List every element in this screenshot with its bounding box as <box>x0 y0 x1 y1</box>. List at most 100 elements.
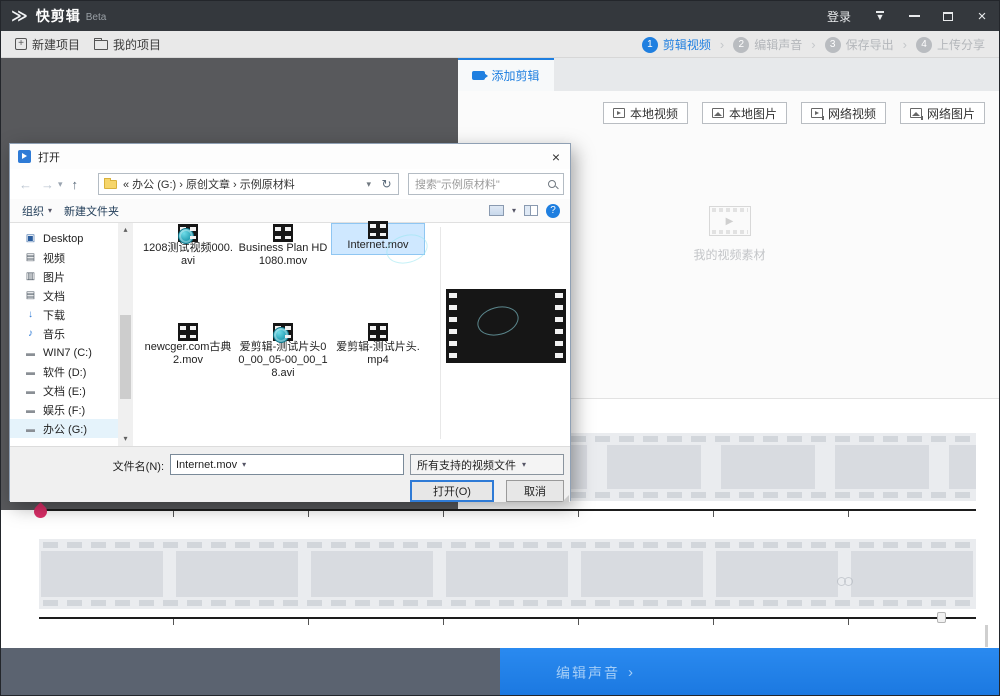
local-image-button[interactable]: 本地图片 <box>702 102 787 124</box>
file-item[interactable]: 爱剪辑-测试片头.mp4 <box>332 326 424 367</box>
preview-pane-button[interactable] <box>524 205 538 216</box>
file-thumbnail <box>178 224 198 242</box>
dialog-close-button[interactable]: × <box>552 149 560 165</box>
file-name: Business Plan HD1080.mov <box>237 242 329 268</box>
new-project-button[interactable]: + 新建项目 <box>15 36 80 53</box>
file-item[interactable]: 1208测试视频000.avi <box>142 227 234 268</box>
step-edit-video[interactable]: 1 剪辑视频 <box>642 36 711 53</box>
resize-grip[interactable] <box>562 495 569 502</box>
timeline-ruler-1[interactable] <box>39 509 976 517</box>
file-item[interactable]: Business Plan HD1080.mov <box>237 227 329 268</box>
sidebar-item-documents[interactable]: ▤文档 <box>10 286 118 305</box>
timeline-scrollbar[interactable] <box>985 625 988 647</box>
app-window: ≫ 快剪辑 Beta 登录 ▼ × + 新建项目 我的项目 1 剪辑视频 › 2… <box>0 0 1000 696</box>
tab-add-clips[interactable]: 添加剪辑 <box>458 58 554 91</box>
scroll-down-icon[interactable]: ▾ <box>118 432 133 446</box>
sidebar-label: 娱乐 (F:) <box>43 402 85 418</box>
timeline-ruler-2[interactable] <box>39 617 976 625</box>
app-titlebar: ≫ 快剪辑 Beta 登录 ▼ × <box>1 1 999 31</box>
views-button[interactable] <box>489 205 504 216</box>
step-1-circle: 1 <box>642 37 658 53</box>
bottom-bar-left <box>1 648 500 696</box>
forward-icon[interactable]: → <box>41 177 54 192</box>
step-2-label: 编辑声音 <box>754 36 802 53</box>
file-thumbnail <box>368 221 388 239</box>
sidebar-item-downloads[interactable]: ↓下载 <box>10 305 118 324</box>
web-image-label: 网络图片 <box>927 105 975 122</box>
filmstrip-play-icon: ▶ <box>709 206 751 236</box>
filename-label: 文件名(N): <box>70 458 164 474</box>
chevron-right-icon: › <box>628 664 633 681</box>
organize-button[interactable]: 组织 ▾ <box>22 203 52 219</box>
media-source-buttons: 本地视频 本地图片 网络视频 网络图片 <box>603 102 985 124</box>
sidebar-scrollbar[interactable]: ▴ ▾ <box>118 223 133 446</box>
folder-icon <box>94 40 108 50</box>
tab-add-clips-label: 添加剪辑 <box>491 67 539 84</box>
placeholder-label: 我的视频素材 <box>693 246 765 263</box>
file-thumbnail <box>178 323 198 341</box>
new-folder-label: 新建文件夹 <box>64 203 119 219</box>
local-video-label: 本地视频 <box>630 105 678 122</box>
local-image-label: 本地图片 <box>729 105 777 122</box>
sidebar-item-pictures[interactable]: ▥图片 <box>10 267 118 286</box>
scrollbar-thumb[interactable] <box>120 315 131 399</box>
maximize-button[interactable] <box>931 1 965 31</box>
step-3-label: 保存导出 <box>846 36 894 53</box>
web-video-button[interactable]: 网络视频 <box>801 102 886 124</box>
breadcrumb[interactable]: « 办公 (G:) › 原创文章 › 示例原材料 <box>123 176 295 192</box>
web-image-button[interactable]: 网络图片 <box>900 102 985 124</box>
step-upload-share[interactable]: 4 上传分享 <box>916 36 985 53</box>
open-button[interactable]: 打开(O) <box>410 480 494 502</box>
tab-strip: 添加剪辑 <box>458 58 1000 91</box>
my-projects-button[interactable]: 我的项目 <box>94 36 161 53</box>
help-button[interactable]: ? <box>546 204 560 218</box>
step-2-circle: 2 <box>733 37 749 53</box>
dialog-footer: 文件名(N): Internet.mov ▾ 所有支持的视频文件 ▾ 打开(O)… <box>10 446 570 502</box>
login-button[interactable]: 登录 <box>815 8 863 25</box>
cancel-button[interactable]: 取消 <box>506 480 564 502</box>
chevron-down-icon[interactable]: ▾ <box>242 460 246 469</box>
video-camera-icon <box>472 71 485 80</box>
bottom-bar: 编辑声音 › <box>1 648 999 696</box>
sidebar-item-drive-c[interactable]: ▬WIN7 (C:) <box>10 343 118 362</box>
file-item[interactable]: 爱剪辑-测试片头00_00_05-00_00_18.avi <box>237 326 329 380</box>
file-item-selected[interactable]: Internet.mov <box>332 224 424 254</box>
filename-input[interactable]: Internet.mov ▾ <box>170 454 404 475</box>
ruler-slider-handle[interactable] <box>937 612 946 623</box>
sidebar-item-videos[interactable]: ▤视频 <box>10 248 118 267</box>
film-perforations <box>43 542 972 548</box>
sidebar-item-drive-f[interactable]: ▬娱乐 (F:) <box>10 400 118 419</box>
history-dropdown-icon[interactable]: ▾ <box>58 179 63 190</box>
step-3-circle: 3 <box>825 37 841 53</box>
preview-thumbnail <box>446 289 566 363</box>
views-dropdown-icon[interactable]: ▾ <box>512 206 516 215</box>
sidebar-item-drive-e[interactable]: ▬文档 (E:) <box>10 381 118 400</box>
sidebar-item-drive-d[interactable]: ▬软件 (D:) <box>10 362 118 381</box>
step-save-export[interactable]: 3 保存导出 <box>825 36 894 53</box>
organize-label: 组织 <box>22 203 44 219</box>
edit-audio-next-button[interactable]: 编辑声音 › <box>500 648 999 696</box>
web-video-label: 网络视频 <box>828 105 876 122</box>
scroll-up-icon[interactable]: ▴ <box>118 223 133 237</box>
web-image-icon <box>910 108 922 118</box>
skin-button[interactable]: ▼ <box>863 1 897 31</box>
film-perforations <box>43 600 972 606</box>
sidebar-item-desktop[interactable]: ▣Desktop <box>10 229 118 248</box>
address-bar[interactable]: « 办公 (G:) › 原创文章 › 示例原材料 ▾ <box>98 173 376 195</box>
sidebar-item-music[interactable]: ♪音乐 <box>10 324 118 343</box>
sidebar-item-drive-g[interactable]: ▬办公 (G:) <box>10 419 118 438</box>
minimize-button[interactable] <box>897 1 931 31</box>
timeline-track-2[interactable] <box>39 539 976 609</box>
pictures-icon: ▥ <box>24 271 37 282</box>
filetype-select[interactable]: 所有支持的视频文件 ▾ <box>410 454 564 475</box>
new-folder-button[interactable]: 新建文件夹 <box>64 203 119 219</box>
close-button[interactable]: × <box>965 1 999 31</box>
file-item[interactable]: newcger.com古典2.mov <box>142 326 234 367</box>
search-input[interactable]: 搜索"示例原材料" <box>408 173 564 195</box>
address-dropdown-icon[interactable]: ▾ <box>366 179 371 190</box>
local-video-button[interactable]: 本地视频 <box>603 102 688 124</box>
back-icon[interactable]: ← <box>19 177 32 192</box>
step-edit-audio[interactable]: 2 编辑声音 <box>733 36 802 53</box>
up-icon[interactable]: ↑ <box>72 177 79 192</box>
refresh-button[interactable]: ↻ <box>375 173 399 195</box>
